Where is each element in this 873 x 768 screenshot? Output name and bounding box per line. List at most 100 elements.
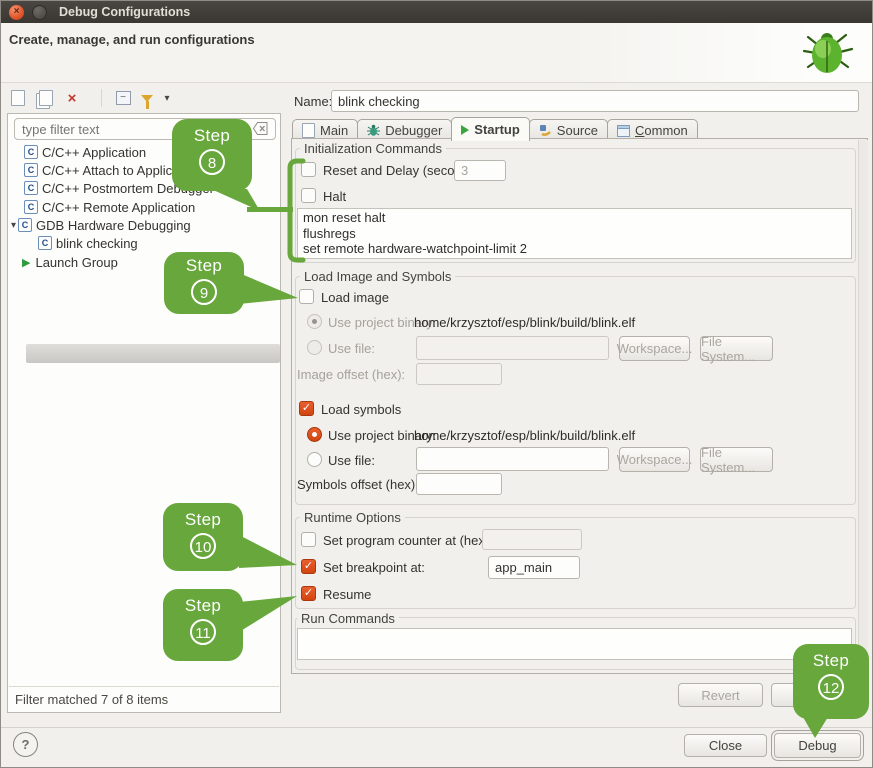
name-label: Name: [294,94,332,109]
name-input[interactable] [331,90,859,112]
step-10-badge: Step 10 [163,503,243,571]
tree-item-launch-group[interactable]: ▶ Launch Group [22,253,118,271]
close-button[interactable]: Close [684,734,767,757]
halt-checkbox[interactable] [301,188,316,203]
image-file-input[interactable] [416,336,609,360]
banner: Create, manage, and run configurations [1,23,872,83]
set-breakpoint-input[interactable] [488,556,580,579]
reset-delay-input[interactable] [454,160,506,181]
image-offset-label: Image offset (hex): [297,367,405,382]
image-offset-input[interactable] [416,363,502,385]
chevron-down-icon: ▾ [164,93,169,104]
image-use-file-label: Use file: [328,341,375,356]
footer-separator [1,727,872,728]
resume-checkbox[interactable] [301,586,316,601]
symbols-offset-label: Symbols offset (hex): [297,477,419,492]
delete-icon: × [68,90,77,107]
tree-item-label: C/C++ Remote Application [42,200,195,215]
collapse-all-button[interactable]: − [114,89,132,107]
set-pc-label: Set program counter at (hex): [323,533,493,548]
tab-common-label: Common [635,123,688,138]
runtime-options-label: Runtime Options [300,510,405,525]
tree-expand-icon[interactable]: ▾ [11,220,16,231]
close-icon: × [14,7,20,17]
banner-subtitle: Create, manage, and run configurations [9,32,255,47]
image-use-file-radio[interactable] [307,340,322,355]
image-file-system-button[interactable]: File System... [700,336,773,361]
tree-item-label: GDB Hardware Debugging [36,218,191,233]
c-application-icon: C [18,218,32,232]
run-commands-textarea[interactable] [297,628,852,660]
symbols-file-system-button[interactable]: File System... [700,447,773,472]
window-close-button[interactable]: × [9,5,24,20]
tab-startup[interactable]: Startup [451,117,530,141]
load-symbols-label: Load symbols [321,402,401,417]
symbols-use-file-radio[interactable] [307,452,322,467]
set-pc-input[interactable] [482,529,582,550]
step-12-badge: Step 12 [793,644,869,719]
c-application-icon: C [24,163,38,177]
duplicate-configuration-button[interactable] [37,89,55,107]
common-tab-icon [617,125,630,137]
duplicate-icon [39,90,53,106]
load-image-label: Load image [321,290,389,305]
set-breakpoint-label: Set breakpoint at: [323,560,425,575]
new-configuration-button[interactable] [9,89,27,107]
filter-button[interactable] [138,89,156,107]
tree-selection-highlight [26,344,280,363]
image-use-project-binary-radio[interactable] [307,314,322,329]
filter-menu-button[interactable]: ▾ [160,89,174,107]
load-image-checkbox[interactable] [299,289,314,304]
tree-item-gdb-hardware[interactable]: ▾ C GDB Hardware Debugging [11,216,191,234]
window-minimize-button[interactable] [32,5,47,20]
window-title: Debug Configurations [59,5,190,19]
step-badge-label: Step [163,503,243,530]
step-badge-number: 8 [199,149,225,175]
c-application-icon: C [24,145,38,159]
symbols-workspace-button[interactable]: Workspace... [619,447,690,472]
run-commands-label: Run Commands [297,611,399,626]
tree-item-label: blink checking [56,236,138,251]
symbols-use-project-binary-radio[interactable] [307,427,322,442]
filter-status-text: Filter matched 7 of 8 items [15,692,168,707]
titlebar: × Debug Configurations [1,1,872,23]
debug-button[interactable]: Debug [774,733,861,758]
help-button[interactable]: ? [13,732,38,757]
tree-item-blink-checking[interactable]: C blink checking [38,234,138,252]
symbols-file-input[interactable] [416,447,609,471]
set-pc-checkbox[interactable] [301,532,316,547]
filter-icon [141,95,153,102]
init-commands-textarea[interactable]: mon reset halt flushregs set remote hard… [297,208,852,259]
initialization-commands-label: Initialization Commands [300,141,446,156]
clear-filter-icon[interactable] [253,122,268,135]
resume-label: Resume [323,587,371,602]
step-badge-label: Step [793,644,869,671]
step-badge-label: Step [164,252,244,276]
source-tab-icon [539,124,552,137]
tree-item-cpp-remote[interactable]: C C/C++ Remote Application [24,198,195,216]
load-symbols-checkbox[interactable] [299,401,314,416]
tab-source-label: Source [557,123,598,138]
step-badge-label: Step [172,119,252,146]
debugger-bug-icon [367,124,380,137]
set-breakpoint-checkbox[interactable] [301,559,316,574]
tree-item-label: C/C++ Application [42,145,146,160]
revert-button[interactable]: Revert [678,683,763,707]
main-tab-icon [302,123,315,138]
symbols-offset-input[interactable] [416,473,502,495]
c-application-icon: C [38,236,52,250]
launch-group-icon: ▶ [22,256,30,269]
help-icon: ? [22,737,30,752]
collapse-all-icon: − [116,91,131,105]
symbols-use-file-label: Use file: [328,453,375,468]
new-configuration-icon [11,90,25,106]
tree-item-cpp-application[interactable]: C C/C++ Application [24,143,146,161]
c-application-icon: C [24,200,38,214]
image-workspace-button[interactable]: Workspace... [619,336,690,361]
tab-startup-label: Startup [474,122,520,137]
scrollbar-track[interactable] [858,140,868,672]
toolbar-separator [101,89,102,107]
reset-delay-checkbox[interactable] [301,162,316,177]
delete-configuration-button[interactable]: × [63,89,81,107]
panel-separator [9,686,279,687]
